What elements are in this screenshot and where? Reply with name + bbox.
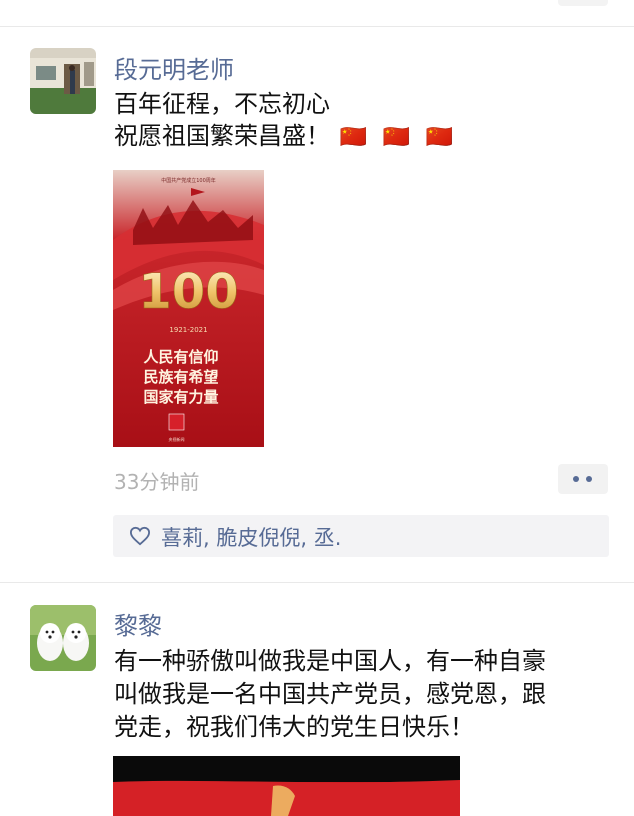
poster-years: 1921-2021 bbox=[169, 326, 207, 334]
post-text-line: 叫做我是一名中国共产党员，感党恩，跟 bbox=[114, 680, 546, 708]
previous-post-remnant bbox=[0, 0, 634, 27]
more-actions-button[interactable] bbox=[558, 464, 608, 494]
post-text-line: 有一种骄傲叫做我是中国人，有一种自豪 bbox=[114, 647, 546, 675]
post-text: 百年征程，不忘初心 祝愿祖国繁荣昌盛！ 🇨🇳 🇨🇳 🇨🇳 bbox=[114, 88, 614, 154]
post-text-line: 党走，祝我们伟大的党生日快乐！ bbox=[114, 713, 474, 741]
poster-number: 100 bbox=[138, 264, 238, 320]
previous-post-footer bbox=[114, 0, 204, 4]
post-text: 有一种骄傲叫做我是中国人，有一种自豪 叫做我是一名中国共产党员，感党恩，跟 党走… bbox=[114, 645, 614, 744]
likes-bar: 喜莉, 脆皮倪倪, 丞. bbox=[113, 515, 609, 557]
like-separator: , bbox=[300, 526, 314, 550]
poster-slogan: 国家有力量 bbox=[143, 388, 218, 406]
post-text-line: 祝愿祖国繁荣昌盛！ 🇨🇳 🇨🇳 🇨🇳 bbox=[114, 120, 614, 154]
poster-slogan: 人民有信仰 bbox=[143, 348, 218, 366]
avatar[interactable] bbox=[30, 605, 96, 671]
dot-icon bbox=[573, 476, 579, 482]
dot-icon bbox=[586, 476, 592, 482]
post-text-line-2: 祝愿祖国繁荣昌盛！ bbox=[114, 122, 330, 150]
post-author[interactable]: 黎黎 bbox=[114, 606, 162, 641]
heart-icon bbox=[129, 526, 151, 546]
like-user[interactable]: 喜莉 bbox=[161, 526, 203, 550]
post-author[interactable]: 段元明老师 bbox=[114, 50, 234, 85]
china-flag-emoji: 🇨🇳 bbox=[382, 125, 411, 150]
avatar[interactable] bbox=[30, 48, 96, 114]
post-image[interactable]: 中国共产党成立100周年 100 1921-2021 人民有信仰 民族有希望 国… bbox=[113, 170, 264, 447]
like-user[interactable]: 丞. bbox=[314, 526, 342, 550]
previous-post-more-button[interactable] bbox=[558, 0, 608, 6]
like-separator: , bbox=[203, 526, 217, 550]
like-user[interactable]: 脆皮倪倪 bbox=[216, 526, 300, 550]
poster-caption: 中国共产党成立100周年 bbox=[161, 177, 216, 184]
moment-post: 段元明老师 百年征程，不忘初心 祝愿祖国繁荣昌盛！ 🇨🇳 🇨🇳 🇨🇳 中国共产党… bbox=[0, 26, 634, 583]
poster-watermark: 央视新闻 bbox=[169, 436, 185, 442]
moment-post: 黎黎 有一种骄傲叫做我是中国人，有一种自豪 叫做我是一名中国共产党员，感党恩，跟… bbox=[0, 583, 634, 816]
poster-slogan: 民族有希望 bbox=[143, 368, 218, 386]
post-time: 33分钟前 bbox=[114, 470, 200, 494]
post-text-line: 百年征程，不忘初心 bbox=[114, 90, 330, 118]
china-flag-emoji: 🇨🇳 bbox=[425, 125, 454, 150]
china-flag-emoji: 🇨🇳 bbox=[339, 125, 368, 150]
post-media[interactable] bbox=[113, 756, 460, 816]
like-names: 喜莉, 脆皮倪倪, 丞. bbox=[161, 522, 341, 552]
cctv-news-stamp bbox=[168, 413, 185, 431]
